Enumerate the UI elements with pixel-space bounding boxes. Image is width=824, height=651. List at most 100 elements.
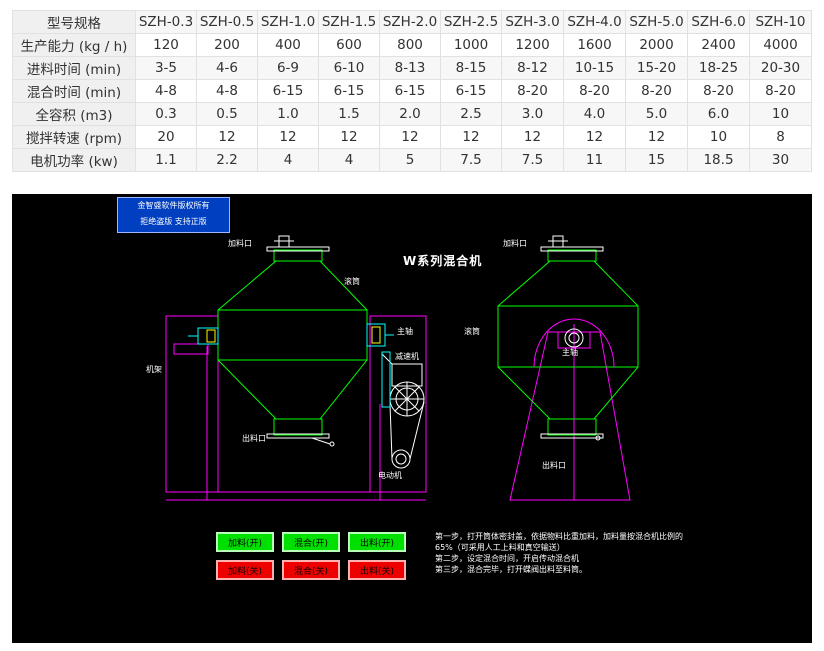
spec-cell: 4.0	[563, 102, 626, 126]
step-2: 第二步，设定混合时间，开启传动混合机	[435, 554, 579, 563]
spec-cell: 0.3	[135, 102, 197, 126]
spec-cell: 15	[625, 148, 688, 172]
spec-row: 生产能力 (kg / h) 120 200 400 600 800 1000 1200 1600…	[12, 33, 812, 57]
spec-cell: 200	[196, 33, 258, 57]
spec-cell: 8-20	[625, 79, 688, 103]
label-inlet-right: 加料口	[503, 239, 527, 248]
spec-cell: 12	[440, 125, 502, 149]
spec-cell: 4-8	[196, 79, 258, 103]
spec-row-label: 生产能力 (kg / h)	[12, 33, 136, 57]
spec-cell: 4000	[749, 33, 812, 57]
spec-cell: 30	[749, 148, 812, 172]
spec-cell: 20-30	[749, 56, 812, 80]
spec-cell: 12	[501, 125, 564, 149]
spec-cell: 5	[379, 148, 441, 172]
spec-cell: 7.5	[501, 148, 564, 172]
spec-model-header: SZH-1.0	[257, 10, 319, 34]
spec-cell: 12	[318, 125, 380, 149]
spec-cell: 20	[135, 125, 197, 149]
spec-model-header: SZH-4.0	[563, 10, 626, 34]
spec-cell: 1600	[563, 33, 626, 57]
spec-cell: 6-15	[318, 79, 380, 103]
label-drum-left: 滚筒	[344, 277, 360, 286]
label-drum-right: 滚筒	[464, 327, 480, 336]
spec-cell: 12	[379, 125, 441, 149]
spec-cell: 12	[196, 125, 258, 149]
spec-cell: 12	[625, 125, 688, 149]
spec-cell: 8-12	[501, 56, 564, 80]
label-motor: 电动机	[378, 471, 402, 480]
spec-cell: 1.0	[257, 102, 319, 126]
label-outlet-left: 出料口	[242, 434, 266, 443]
spec-cell: 18-25	[687, 56, 750, 80]
spec-row: 混合时间 (min) 4-8 4-8 6-15 6-15 6-15 6-15 8-20 8-20…	[12, 79, 812, 103]
spec-cell: 12	[257, 125, 319, 149]
spec-cell: 6-15	[379, 79, 441, 103]
spec-cell: 6-15	[257, 79, 319, 103]
spec-model-header: SZH-2.5	[440, 10, 502, 34]
spec-row-label: 电机功率 (kw)	[12, 148, 136, 172]
spec-cell: 18.5	[687, 148, 750, 172]
spec-table: 型号规格 SZH-0.3 SZH-0.5 SZH-1.0 SZH-1.5 SZH-2.0 S…	[12, 10, 812, 172]
notice-line-2: 拒绝盗版 支持正版	[140, 217, 207, 226]
panel-title: W系列混合机	[403, 254, 483, 268]
spec-cell: 7.5	[440, 148, 502, 172]
spec-cell: 120	[135, 33, 197, 57]
spec-cell: 6-15	[440, 79, 502, 103]
spec-cell: 8-15	[440, 56, 502, 80]
spec-row: 全容积 (m3) 0.3 0.5 1.0 1.5 2.0 2.5 3.0 4.0 5.0 6.0 10	[12, 102, 812, 126]
drive-train	[381, 353, 425, 469]
spec-cell: 400	[257, 33, 319, 57]
step-1: 第一步，打开筒体密封盖，依据物料比重加料，加料量按混合机比例的65%（可采用人工…	[435, 532, 683, 552]
spec-cell: 10	[687, 125, 750, 149]
spec-cell: 0.5	[196, 102, 258, 126]
spec-cell: 10-15	[563, 56, 626, 80]
spec-row-label: 混合时间 (min)	[12, 79, 136, 103]
spec-row-label: 全容积 (m3)	[12, 102, 136, 126]
step-3: 第三步，混合完毕，打开蝶阀出料至料筒。	[435, 565, 587, 574]
spec-cell: 15-20	[625, 56, 688, 80]
spec-cell: 6-10	[318, 56, 380, 80]
spec-cell: 8-13	[379, 56, 441, 80]
spec-cell: 4-8	[135, 79, 197, 103]
mix-off-button[interactable]: 混合(关)	[282, 560, 340, 580]
spec-cell: 8	[749, 125, 812, 149]
spec-cell: 10	[749, 102, 812, 126]
label-inlet-left: 加料口	[228, 239, 252, 248]
label-shaft-left: 主轴	[397, 327, 413, 336]
spec-model-header: SZH-5.0	[625, 10, 688, 34]
spec-model-header: SZH-0.5	[196, 10, 258, 34]
spec-cell: 2.5	[440, 102, 502, 126]
spec-model-header: SZH-1.5	[318, 10, 380, 34]
spec-cell: 3.0	[501, 102, 564, 126]
label-frame: 机架	[146, 365, 162, 374]
operation-steps: 第一步，打开筒体密封盖，依据物料比重加料，加料量按混合机比例的65%（可采用人工…	[435, 531, 700, 575]
spec-cell: 6-9	[257, 56, 319, 80]
spec-cell: 12	[563, 125, 626, 149]
spec-cell: 1.5	[318, 102, 380, 126]
discharge-on-button[interactable]: 出料(开)	[348, 532, 406, 552]
spec-cell: 2.2	[196, 148, 258, 172]
spec-cell: 8-20	[687, 79, 750, 103]
spec-cell: 1.1	[135, 148, 197, 172]
spec-cell: 4	[257, 148, 319, 172]
spec-cell: 5.0	[625, 102, 688, 126]
label-outlet-right: 出料口	[542, 461, 566, 470]
spec-cell: 600	[318, 33, 380, 57]
mix-on-button[interactable]: 混合(开)	[282, 532, 340, 552]
discharge-off-button[interactable]: 出料(关)	[348, 560, 406, 580]
spec-model-header: SZH-6.0	[687, 10, 750, 34]
spec-header-label: 型号规格	[12, 10, 136, 34]
label-shaft-right: 主轴	[562, 348, 578, 357]
spec-cell: 8-20	[501, 79, 564, 103]
spec-cell: 2000	[625, 33, 688, 57]
feed-off-button[interactable]: 加料(关)	[216, 560, 274, 580]
feed-on-button[interactable]: 加料(开)	[216, 532, 274, 552]
spec-cell: 11	[563, 148, 626, 172]
spec-header-row: 型号规格 SZH-0.3 SZH-0.5 SZH-1.0 SZH-1.5 SZH-2.0 S…	[12, 10, 812, 34]
spec-row: 电机功率 (kw) 1.1 2.2 4 4 5 7.5 7.5 11 15 18.5 30	[12, 148, 812, 172]
spec-row: 搅拌转速 (rpm) 20 12 12 12 12 12 12 12 12 10 8	[12, 125, 812, 149]
spec-cell: 1200	[501, 33, 564, 57]
spec-cell: 4	[318, 148, 380, 172]
spec-row-label: 搅拌转速 (rpm)	[12, 125, 136, 149]
